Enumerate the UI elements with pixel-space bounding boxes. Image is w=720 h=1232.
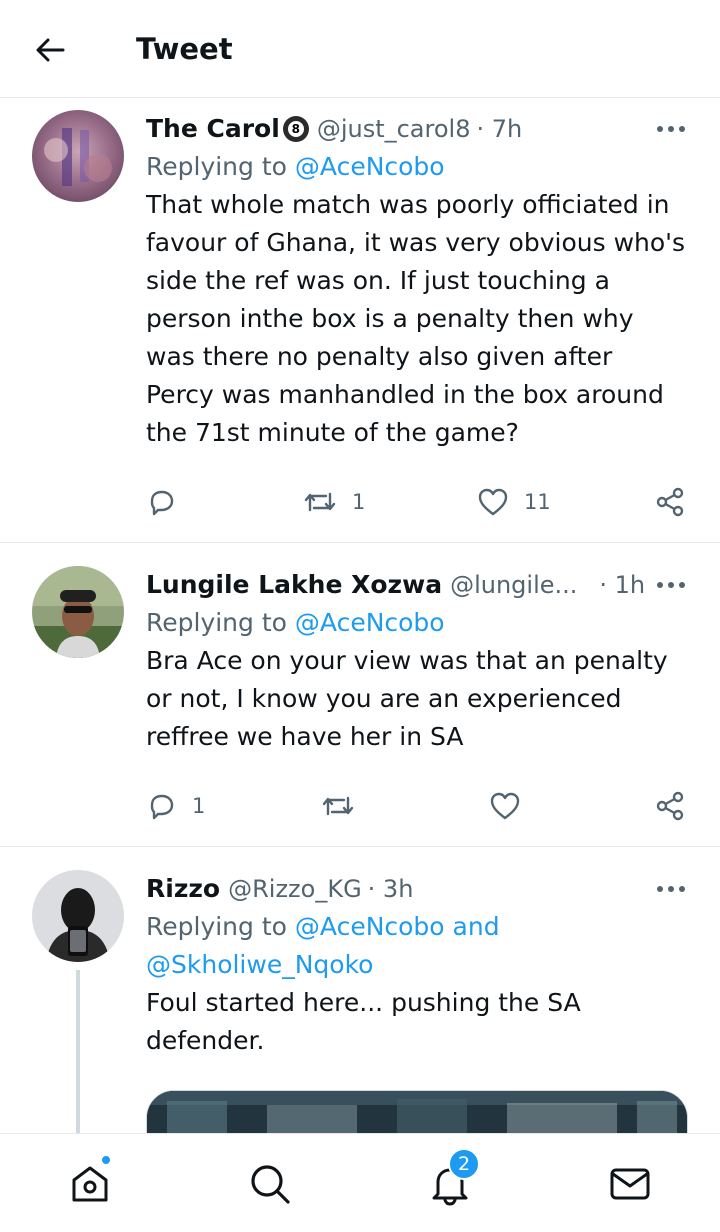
tweet-content: The Carol 8 @just_carol8 · 7h Replying t… — [146, 110, 686, 452]
nav-home[interactable] — [66, 1154, 114, 1208]
share-icon — [656, 791, 684, 821]
retweet-icon — [304, 492, 336, 512]
replying-to-label: Replying to — [146, 608, 287, 637]
like-button[interactable] — [488, 786, 522, 826]
tweet-header: Rizzo @Rizzo_KG · 3h — [146, 870, 686, 908]
retweet-button[interactable] — [320, 786, 356, 826]
home-icon — [72, 1166, 108, 1202]
more-dots-icon — [657, 886, 685, 892]
replying-to-label: Replying to — [146, 912, 287, 941]
mention-link[interactable]: @AceNcobo — [295, 608, 445, 637]
arrow-left-icon — [36, 38, 65, 62]
author-name[interactable]: Lungile Lakhe Xozwa — [146, 566, 442, 604]
author-handle[interactable]: @just_carol8 — [317, 110, 471, 148]
tweet-header: The Carol 8 @just_carol8 · 7h — [146, 110, 686, 148]
reply-count: 1 — [192, 794, 206, 818]
search-icon — [251, 1165, 290, 1204]
replying-to-continued: @Skholiwe_Nqoko — [146, 946, 686, 984]
more-options-button[interactable] — [656, 570, 686, 600]
avatar-lungile[interactable] — [32, 566, 124, 658]
replying-to: Replying to @AceNcobo — [146, 604, 686, 642]
reply-button[interactable]: 1 — [146, 786, 205, 826]
replying-to: Replying to @AceNcobo and — [146, 908, 686, 946]
avatar-image — [32, 110, 124, 202]
mention-link[interactable]: @AceNcobo — [295, 152, 445, 181]
tweet-actions: 1 11 — [146, 482, 686, 522]
mention-link[interactable]: @Skholiwe_Nqoko — [146, 950, 373, 979]
nav-notifications[interactable]: 2 — [426, 1148, 480, 1208]
heart-icon — [490, 792, 520, 820]
reply-icon — [150, 490, 174, 516]
reply-icon — [150, 794, 174, 820]
share-button[interactable] — [654, 482, 686, 522]
author-handle[interactable]: @Rizzo_KG — [228, 870, 362, 908]
author-handle[interactable]: @lungile... — [450, 566, 577, 604]
nav-search[interactable] — [246, 1160, 294, 1208]
tweet-time[interactable]: · 1h — [599, 566, 645, 604]
tweet-time[interactable]: · 3h — [368, 870, 414, 908]
tweet-text: Bra Ace on your view was that an penalty… — [146, 646, 668, 751]
like-button[interactable]: 11 — [476, 482, 551, 522]
divider — [0, 846, 720, 847]
more-options-button[interactable] — [656, 114, 686, 144]
avatar-rizzo[interactable] — [32, 870, 124, 962]
tweet-actions: 1 — [146, 786, 686, 826]
tweet-content: Lungile Lakhe Xozwa @lungile... · 1h Rep… — [146, 566, 686, 756]
mention-link[interactable]: @AceNcobo and — [295, 912, 500, 941]
avatar-the-carol[interactable] — [32, 110, 124, 202]
share-icon — [656, 487, 684, 517]
heart-icon — [478, 488, 508, 516]
retweet-button[interactable]: 1 — [302, 482, 365, 522]
mail-icon — [610, 1168, 650, 1200]
badge-number: 8 — [287, 121, 304, 137]
avatar-image — [32, 566, 124, 658]
divider — [0, 542, 720, 543]
author-name[interactable]: Rizzo — [146, 870, 220, 908]
tweet-header: Lungile Lakhe Xozwa @lungile... · 1h — [146, 566, 686, 604]
like-count: 11 — [524, 490, 551, 514]
page-title: Tweet — [136, 32, 233, 66]
tweet-text: Foul started here... pushing the SA defe… — [146, 988, 581, 1055]
share-button[interactable] — [654, 786, 686, 826]
author-name[interactable]: The Carol — [146, 110, 280, 148]
nav-messages[interactable] — [606, 1160, 654, 1208]
thread-line — [76, 970, 80, 1133]
retweet-count: 1 — [352, 490, 366, 514]
reply-button[interactable] — [146, 482, 178, 522]
tweet-content: Rizzo @Rizzo_KG · 3h Replying to @AceNco… — [146, 870, 686, 1060]
notification-badge: 2 — [448, 1148, 480, 1180]
replying-to: Replying to @AceNcobo — [146, 148, 686, 186]
more-dots-icon — [657, 126, 685, 132]
new-content-dot — [100, 1154, 112, 1166]
replying-to-label: Replying to — [146, 152, 287, 181]
back-button[interactable] — [30, 30, 70, 70]
top-bar: Tweet — [0, 0, 720, 98]
tweet-text: That whole match was poorly officiated i… — [146, 190, 686, 447]
more-options-button[interactable] — [656, 874, 686, 904]
eight-ball-icon: 8 — [282, 116, 309, 142]
more-dots-icon — [657, 582, 685, 588]
tweet-time[interactable]: · 7h — [476, 110, 522, 148]
avatar-image — [32, 870, 124, 962]
retweet-icon — [322, 796, 354, 816]
bottom-navigation: 2 — [0, 1133, 720, 1232]
